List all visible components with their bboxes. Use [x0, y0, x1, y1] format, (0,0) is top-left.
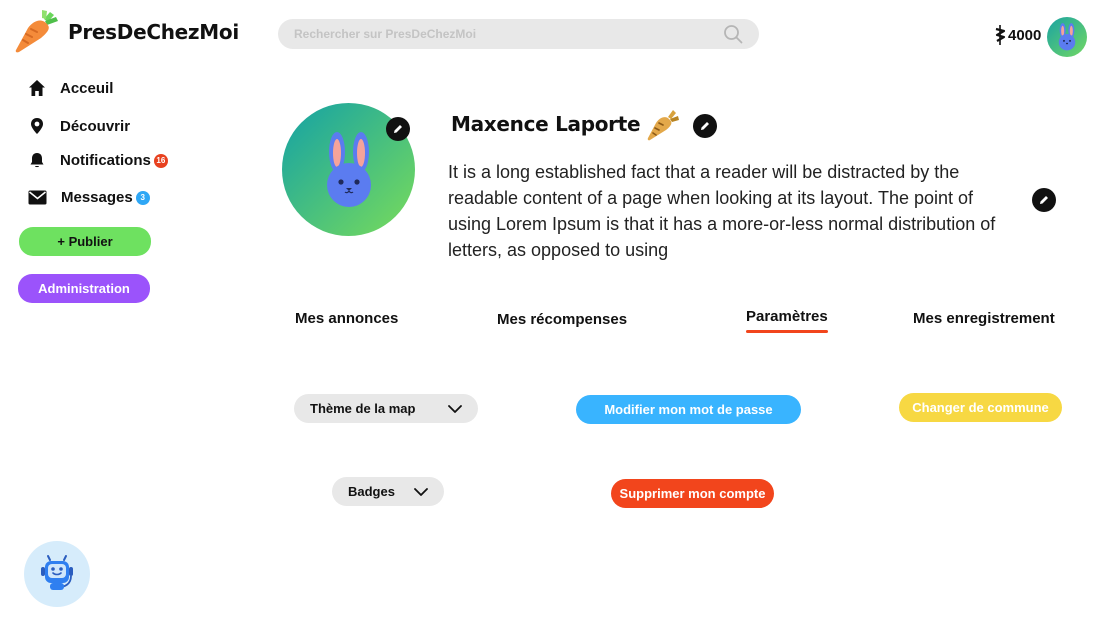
badges-label: Badges — [348, 484, 395, 499]
carrot-logo-icon — [15, 10, 58, 53]
bunny-avatar-icon — [326, 131, 371, 207]
carrot-icon — [647, 110, 679, 141]
sidebar-item-label: Découvrir — [60, 117, 131, 135]
tab-mes-recompenses[interactable]: Mes récompenses — [497, 311, 627, 328]
bell-icon — [30, 153, 44, 168]
sidebar-item-label: Messages — [61, 189, 133, 206]
home-icon — [29, 80, 45, 96]
chevron-down-icon — [414, 487, 428, 496]
coin-amount: 4000 — [1008, 26, 1042, 44]
edit-name-button[interactable] — [693, 114, 717, 138]
pencil-icon — [1040, 196, 1048, 204]
sidebar-item-decouvrir[interactable]: Découvrir — [28, 117, 130, 135]
carrot-coin-icon — [995, 25, 1006, 45]
change-password-button[interactable]: Modifier mon mot de passe — [576, 395, 801, 424]
app-logo[interactable]: PresDeChezMoi — [14, 10, 239, 54]
bunny-avatar-icon — [1058, 23, 1076, 51]
support-bot-icon — [41, 555, 73, 590]
map-theme-dropdown[interactable]: Thème de la map — [294, 394, 478, 423]
location-pin-icon — [31, 118, 43, 134]
app-name: PresDeChezMoi — [68, 20, 239, 44]
message-count-badge: 3 — [135, 191, 150, 206]
pencil-icon — [394, 125, 402, 133]
search-bar[interactable] — [278, 19, 759, 49]
sidebar-item-label: Notifications — [60, 151, 151, 169]
change-commune-button[interactable]: Changer de commune — [899, 393, 1062, 422]
tab-parametres[interactable]: Paramètres — [746, 308, 828, 333]
badges-dropdown[interactable]: Badges — [332, 477, 444, 506]
edit-bio-button[interactable] — [1032, 188, 1056, 212]
tab-mes-enregistrement[interactable]: Mes enregistrement — [913, 310, 1055, 327]
delete-account-button[interactable]: Supprimer mon compte — [611, 479, 774, 508]
sidebar-item-messages[interactable]: Messages 3 — [28, 189, 150, 206]
search-input[interactable] — [294, 27, 723, 41]
user-avatar[interactable] — [1047, 17, 1087, 57]
sidebar-item-label: Acceuil — [60, 79, 114, 97]
publish-button[interactable]: + Publier — [19, 227, 151, 256]
map-theme-label: Thème de la map — [310, 401, 416, 416]
profile-name: Maxence Laporte — [451, 112, 641, 136]
edit-avatar-button[interactable] — [386, 117, 410, 141]
chatbot-button[interactable] — [24, 541, 90, 607]
tab-mes-annonces[interactable]: Mes annonces — [295, 310, 398, 327]
envelope-icon — [28, 190, 47, 205]
pencil-icon — [701, 122, 709, 130]
search-icon[interactable] — [723, 24, 743, 44]
sidebar-item-accueil[interactable]: Acceuil — [28, 79, 113, 97]
notification-count-badge: 16 — [153, 153, 168, 168]
sidebar-item-notifications[interactable]: Notifications 16 — [28, 151, 168, 169]
profile-bio: It is a long established fact that a rea… — [448, 162, 996, 260]
coin-balance[interactable]: 4000 — [994, 25, 1041, 45]
chevron-down-icon — [448, 404, 462, 413]
administration-button[interactable]: Administration — [18, 274, 150, 303]
